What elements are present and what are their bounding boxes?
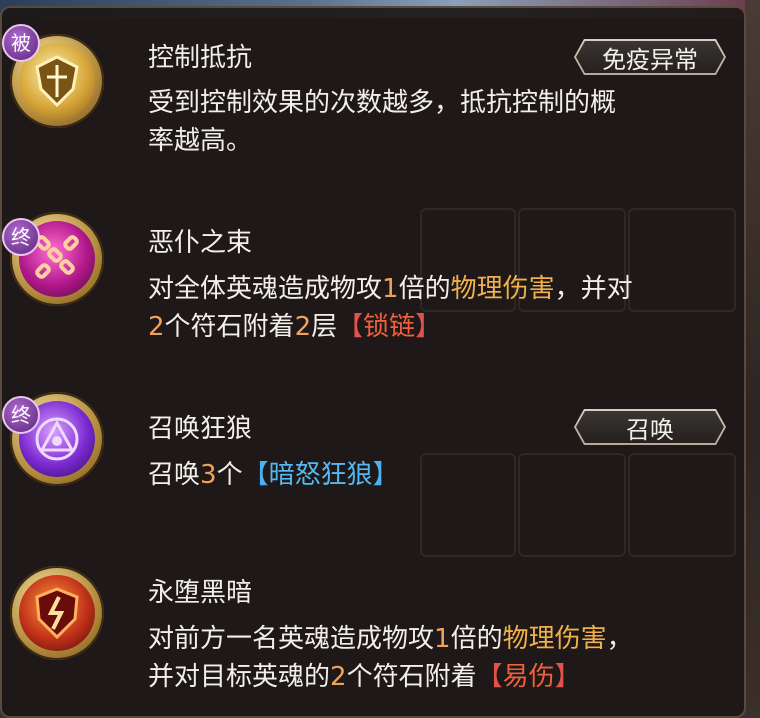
ultimate-tag-badge: 终 [2,396,40,434]
status-term-chain[interactable]: 锁链 [363,312,415,342]
background-edge [745,0,760,711]
description-line: 并对目标英魂的2个符石附着【易伤】 [148,662,581,692]
skill-description: 对前方一名英魂造成物攻1倍的物理伤害， 并对目标英魂的2个符石附着【易伤】 [148,620,728,696]
summon-term-wolf[interactable]: 暗怒狂狼 [269,460,373,490]
skill-description: 对全体英魂造成物攻1倍的物理伤害，并对 2个符石附着2层【锁链】 [148,270,728,346]
description-line: 召唤3个【暗怒狂狼】 [148,460,399,490]
skill-type-badge: 免疫异常 [574,39,726,75]
status-term-vulnerable[interactable]: 易伤 [503,662,555,692]
skill-description: 受到控制效果的次数越多，抵抗控制的概 率越高。 [148,84,728,160]
skill-description: 召唤3个【暗怒狂狼】 [148,456,728,494]
skill-name: 永堕黑暗 [148,578,253,608]
description-line: 对前方一名英魂造成物攻1倍的物理伤害， [148,624,633,654]
badge-label: 免疫异常 [602,45,698,74]
skill-icon-frame[interactable] [10,566,104,660]
passive-tag-badge: 被 [2,24,40,62]
ultimate-tag-badge: 终 [2,218,40,256]
description-line: 率越高。 [148,126,253,156]
skill-name: 召唤狂狼 [148,414,253,444]
cracked-shield-icon [19,575,95,651]
skill-tooltip-panel: 被 控制抵抗 免疫异常 受到控制效果的次数越多，抵抗控制的概 率越高。 终 恶仆… [0,6,746,718]
skill-name: 恶仆之束 [148,228,253,258]
badge-label: 召唤 [626,415,674,444]
skill-type-badge: 召唤 [574,409,726,445]
skill-name: 控制抵抗 [148,43,253,73]
description-line: 2个符石附着2层【锁链】 [148,312,442,342]
description-line: 受到控制效果的次数越多，抵抗控制的概 [148,88,617,118]
description-line: 对全体英魂造成物攻1倍的物理伤害，并对 [148,274,633,304]
